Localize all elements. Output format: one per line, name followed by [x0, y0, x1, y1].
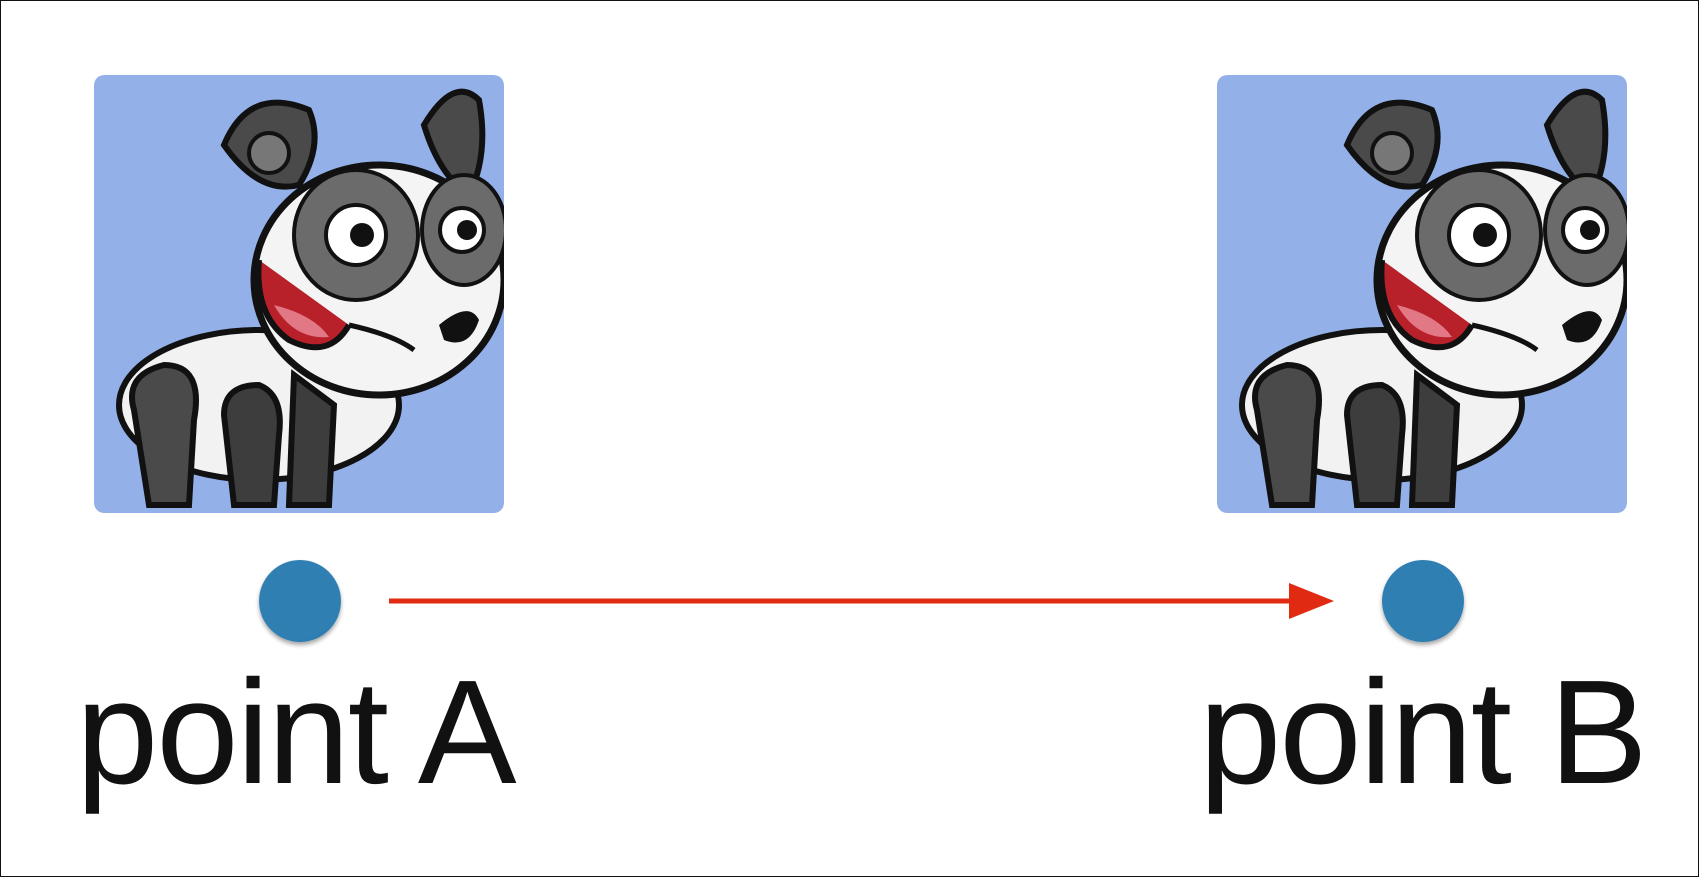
- point-b-label: point B: [1199, 650, 1648, 815]
- panda-icon: [1217, 75, 1627, 513]
- point-marker-icon: [259, 560, 341, 642]
- panda-card-b: [1217, 75, 1627, 513]
- panda-card-a: [94, 75, 504, 513]
- diagram-canvas: point A point B: [0, 0, 1699, 877]
- arrow-right-icon: [389, 583, 1334, 619]
- point-marker-icon: [1382, 560, 1464, 642]
- point-a-label: point A: [76, 650, 517, 815]
- panda-icon: [94, 75, 504, 513]
